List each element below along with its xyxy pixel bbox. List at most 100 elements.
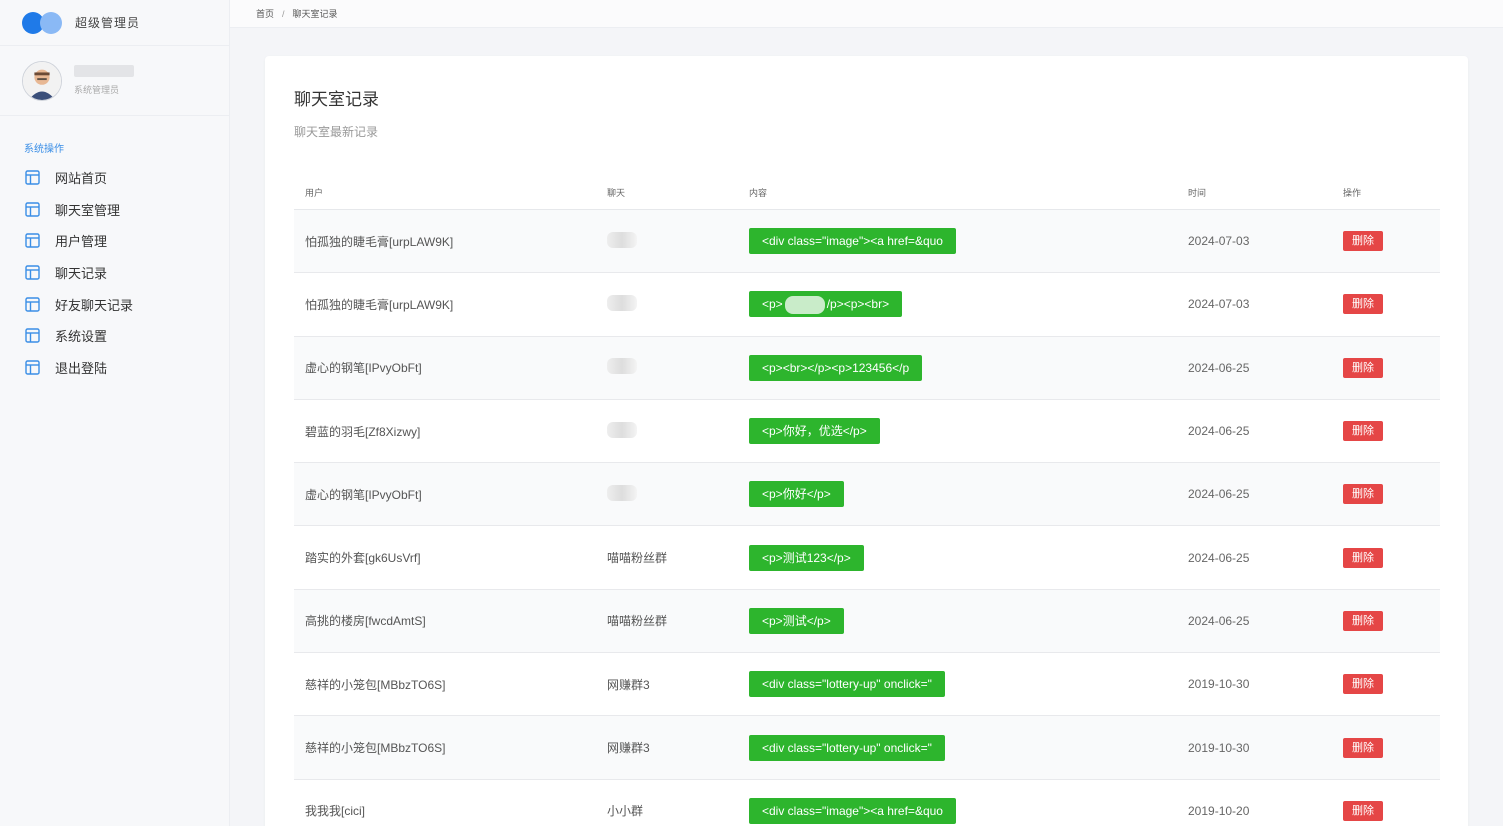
page-subtitle: 聊天室最新记录 <box>294 125 379 139</box>
header-op: 操作 <box>1343 188 1362 198</box>
cell-user: 高挑的楼房[fwcdAmtS] <box>305 614 426 629</box>
table-row: 虚心的钢笔[IPvyObFt] <p>你好</p> 2024-06-25 删除 <box>294 463 1440 527</box>
table-row: 虚心的钢笔[IPvyObFt] <p><br></p><p>123456</p … <box>294 336 1440 400</box>
nav-item-friend-records[interactable]: 好友聊天记录 <box>0 288 229 320</box>
nav-label: 聊天记录 <box>55 266 108 282</box>
header-chat: 聊天 <box>607 188 626 198</box>
table-row: 碧蓝的羽毛[Zf8Xizwy] <p>你好，优选</p> 2024-06-25 … <box>294 400 1440 464</box>
breadcrumb: 首页 / 聊天室记录 <box>230 0 1503 28</box>
delete-button[interactable]: 删除 <box>1343 674 1383 695</box>
redacted-chat-thumb <box>607 421 637 438</box>
content-pill: <p>测试123</p> <box>749 544 864 571</box>
cell-user: 慈祥的小笼包[MBbzTO6S] <box>305 741 446 756</box>
delete-button[interactable]: 删除 <box>1343 737 1383 758</box>
table-row: 怕孤独的睫毛膏[urpLAW9K] <p> /p><p><br> 2024-07-… <box>294 273 1440 337</box>
cell-op: 删除 <box>1336 294 1440 315</box>
breadcrumb-current: 聊天室记录 <box>292 9 338 19</box>
cell-chat: 喵喵粉丝群 <box>607 551 668 566</box>
header-content: 内容 <box>749 188 768 198</box>
header-time: 时间 <box>1188 188 1207 198</box>
cell-chat: 网赚群3 <box>607 677 650 692</box>
delete-button[interactable]: 删除 <box>1343 800 1383 821</box>
cell-content: <div class="image"><a href=&quo <box>743 797 1178 824</box>
content-part-a: <p> <box>762 297 783 312</box>
table-row: 高挑的楼房[fwcdAmtS] 喵喵粉丝群 <p>测试</p> 2024-06-… <box>294 589 1440 654</box>
redacted-chat-thumb <box>607 484 637 501</box>
cell-time: 2024-06-25 <box>1188 487 1250 502</box>
cell-chat: 小小群 <box>607 804 644 819</box>
nav-item-logout[interactable]: 退出登陆 <box>0 352 229 384</box>
cell-op: 删除 <box>1336 421 1440 442</box>
nav-label: 好友聊天记录 <box>55 297 134 313</box>
nav-item-chat-records[interactable]: 聊天记录 <box>0 257 229 289</box>
cell-time: 2024-07-03 <box>1188 234 1250 249</box>
content-pill: <div class="lottery-up" onclick=" <box>749 671 945 698</box>
nav-label: 网站首页 <box>55 171 108 187</box>
delete-button[interactable]: 删除 <box>1343 484 1383 505</box>
delete-button[interactable]: 删除 <box>1343 231 1383 252</box>
cell-user: 碧蓝的羽毛[Zf8Xizwy] <box>305 424 421 439</box>
cell-content: <p>测试123</p> <box>743 544 1178 571</box>
cell-user: 怕孤独的睫毛膏[urpLAW9K] <box>305 234 454 249</box>
layout-icon <box>25 265 40 280</box>
cell-op: 删除 <box>1336 484 1440 505</box>
cell-time: 2024-07-03 <box>1188 297 1250 312</box>
cell-content: <div class="lottery-up" onclick=" <box>743 671 1178 698</box>
cell-time: 2019-10-30 <box>1188 677 1250 692</box>
cell-content: <p> /p><p><br> <box>743 291 1178 318</box>
table-row: 慈祥的小笼包[MBbzTO6S] 网赚群3 <div class="lotter… <box>294 716 1440 780</box>
cell-content: <div class="lottery-up" onclick=" <box>743 734 1178 761</box>
breadcrumb-home[interactable]: 首页 <box>256 7 274 20</box>
user-avatar-icon <box>23 61 61 100</box>
cell-chat <box>597 231 743 251</box>
nav-label: 聊天室管理 <box>55 202 121 218</box>
redacted-chat-thumb <box>607 294 637 311</box>
delete-button[interactable]: 删除 <box>1343 357 1383 378</box>
delete-button[interactable]: 删除 <box>1343 421 1383 442</box>
cell-user: 踏实的外套[gk6UsVrf] <box>305 551 421 566</box>
cell-op: 删除 <box>1336 231 1440 252</box>
cell-user: 我我我[cici] <box>305 804 366 819</box>
cell-time: 2024-06-25 <box>1188 613 1250 628</box>
delete-button[interactable]: 删除 <box>1343 610 1383 631</box>
cell-op: 删除 <box>1336 610 1440 631</box>
cell-content: <div class="image"><a href=&quo <box>743 228 1178 255</box>
cell-time: 2024-06-25 <box>1188 550 1250 565</box>
nav-item-user-manage[interactable]: 用户管理 <box>0 225 229 257</box>
cell-user: 怕孤独的睫毛膏[urpLAW9K] <box>305 297 454 312</box>
nav-item-chatroom-manage[interactable]: 聊天室管理 <box>0 194 229 226</box>
delete-button[interactable]: 删除 <box>1343 294 1383 315</box>
redacted-content <box>784 296 825 315</box>
cell-time: 2019-10-20 <box>1188 803 1250 818</box>
user-panel: 系统管理员 <box>0 46 229 116</box>
cell-chat: 网赚群3 <box>607 741 650 756</box>
layout-icon <box>25 328 40 343</box>
nav-item-settings[interactable]: 系统设置 <box>0 320 229 352</box>
redacted-chat-thumb <box>607 231 637 248</box>
delete-button[interactable]: 删除 <box>1343 547 1383 568</box>
cell-content: <p>你好，优选</p> <box>743 418 1178 445</box>
cell-user: 虚心的钢笔[IPvyObFt] <box>305 487 422 502</box>
table-header: 用户 聊天 内容 时间 操作 <box>294 176 1440 210</box>
nav-label: 用户管理 <box>55 234 108 250</box>
content-part-b: /p><p><br> <box>826 297 890 312</box>
cell-chat <box>597 358 743 377</box>
cell-op: 删除 <box>1336 547 1440 568</box>
cell-op: 删除 <box>1336 800 1440 821</box>
sidebar: 超级管理员 系统管理员 系统操作 网站首页 聊天室管理 用户管理 聊天记录 好友… <box>0 0 230 826</box>
cell-time: 2019-10-30 <box>1188 740 1250 755</box>
cell-time: 2024-06-25 <box>1188 360 1250 375</box>
avatar[interactable] <box>22 60 62 101</box>
content-pill: <p><br></p><p>123456</p <box>749 354 923 381</box>
logo-icon <box>22 11 64 34</box>
table-row: 踏实的外套[gk6UsVrf] 喵喵粉丝群 <p>测试123</p> 2024-… <box>294 526 1440 590</box>
records-table: 用户 聊天 内容 时间 操作 怕孤独的睫毛膏[urpLAW9K] <div cl… <box>294 176 1440 826</box>
records-card: 聊天室记录 聊天室最新记录 用户 聊天 内容 时间 操作 怕孤独的睫毛膏[urp… <box>265 56 1468 826</box>
nav-label: 退出登陆 <box>55 360 108 376</box>
user-role: 系统管理员 <box>74 85 120 95</box>
cell-time: 2024-06-25 <box>1188 424 1250 439</box>
nav-list: 网站首页 聊天室管理 用户管理 聊天记录 好友聊天记录 系统设置 退出登陆 <box>0 162 229 383</box>
content-pill: <div class="lottery-up" onclick=" <box>749 734 945 761</box>
nav-item-home[interactable]: 网站首页 <box>0 162 229 194</box>
table-row: 慈祥的小笼包[MBbzTO6S] 网赚群3 <div class="lotter… <box>294 653 1440 717</box>
